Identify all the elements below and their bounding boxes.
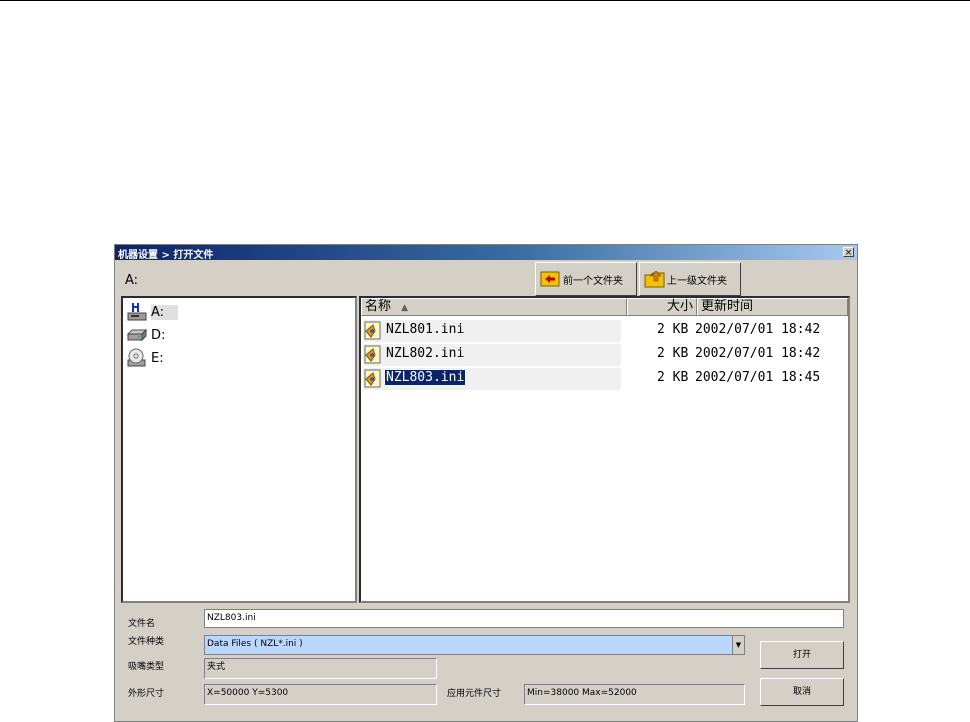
close-button[interactable]: ×	[843, 247, 854, 258]
ini-file-icon	[363, 321, 385, 341]
hard-drive-icon	[126, 325, 148, 345]
column-size-label: 大小	[666, 299, 693, 314]
dialog-titlebar[interactable]: 机器设置 > 打开文件 ×	[115, 245, 857, 261]
head-type-label: 吸嘴类型	[128, 662, 165, 672]
drive-tree[interactable]: A: D: E:	[121, 296, 357, 603]
file-row[interactable]: NZL801.ini 2 KB 2002/07/01 18:42	[363, 320, 848, 342]
close-icon: ×	[844, 248, 853, 258]
component-size-value: Min=38000 Max=52000	[524, 684, 745, 705]
floppy-drive-icon	[126, 302, 148, 322]
filename-label: 文件名	[128, 619, 156, 629]
folder-up-icon	[644, 269, 665, 289]
ini-file-icon	[363, 369, 385, 389]
dialog-title: 机器设置 > 打开文件	[118, 250, 214, 261]
column-modified-label: 更新时间	[701, 299, 754, 314]
sort-ascending-icon: ▲	[401, 303, 409, 313]
file-size: 2 KB	[657, 322, 689, 337]
column-name-label: 名称	[365, 299, 392, 314]
file-name: NZL802.ini	[386, 346, 465, 361]
filetype-select[interactable]: Data Files ( NZL*.ini ) ▼	[204, 635, 745, 655]
drive-item-a[interactable]: A:	[126, 302, 179, 322]
filetype-value: Data Files ( NZL*.ini )	[207, 639, 303, 649]
chevron-down-icon[interactable]: ▼	[732, 636, 744, 654]
file-size: 2 KB	[657, 370, 689, 385]
file-size: 2 KB	[657, 346, 689, 361]
drive-label: E:	[151, 350, 164, 366]
back-folder-button[interactable]: 前一个文件夹	[535, 262, 637, 296]
file-modified: 2002/07/01 18:42	[695, 322, 821, 337]
file-modified: 2002/07/01 18:45	[695, 370, 821, 385]
file-modified: 2002/07/01 18:42	[695, 346, 821, 361]
file-row[interactable]: NZL802.ini 2 KB 2002/07/01 18:42	[363, 344, 848, 366]
outline-size-label: 外形尺寸	[128, 689, 165, 699]
column-header-modified[interactable]: 更新时间	[697, 298, 848, 316]
top-divider-line	[0, 0, 970, 1]
file-row-selected[interactable]: NZL803.ini 2 KB 2002/07/01 18:45	[363, 368, 848, 390]
back-folder-label: 前一个文件夹	[563, 275, 623, 287]
cd-drive-icon	[126, 348, 148, 368]
current-path: A:	[125, 273, 139, 288]
filetype-label: 文件种类	[128, 637, 165, 647]
column-header-size[interactable]: 大小	[627, 298, 697, 316]
outline-size-value: X=50000 Y=5300	[204, 684, 437, 705]
component-size-label: 应用元件尺寸	[447, 689, 502, 699]
file-name: NZL803.ini	[383, 369, 467, 386]
back-arrow-icon	[540, 269, 560, 289]
up-folder-label: 上一级文件夹	[667, 275, 727, 287]
head-type-value: 夹式	[204, 658, 437, 679]
drive-item-d[interactable]: D:	[126, 325, 179, 345]
ini-file-icon	[363, 345, 385, 365]
filename-input[interactable]: NZL803.ini	[204, 609, 844, 628]
file-name: NZL801.ini	[386, 322, 465, 337]
column-header-name[interactable]: 名称 ▲	[361, 298, 627, 316]
drive-label: D:	[151, 327, 166, 343]
drive-item-e[interactable]: E:	[126, 348, 178, 368]
up-folder-button[interactable]: 上一级文件夹	[639, 262, 741, 296]
cancel-button[interactable]: 取消	[760, 678, 844, 706]
drive-label: A:	[151, 304, 179, 320]
open-button[interactable]: 打开	[760, 641, 844, 669]
file-list[interactable]: 名称 ▲ 大小 更新时间 NZL801.ini 2 KB 2002/07/01 …	[359, 296, 850, 603]
open-file-dialog: 机器设置 > 打开文件 × A: 前一个文件夹 上一级文件夹 A: D: E: …	[114, 244, 858, 722]
